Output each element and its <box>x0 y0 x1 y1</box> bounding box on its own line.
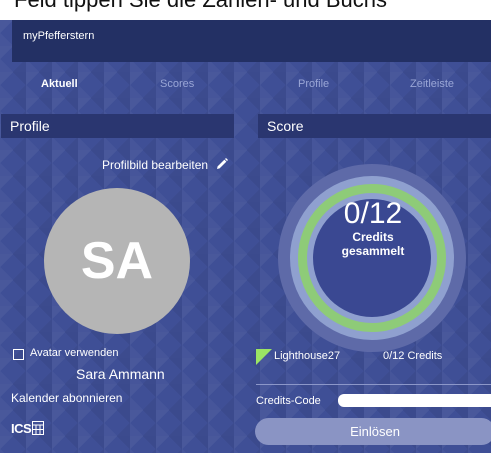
credits-progress-ring <box>278 164 466 352</box>
ics-calendar-icon[interactable]: ICS <box>11 413 49 443</box>
app-title: myPfefferstern <box>23 30 95 42</box>
caption-text: Feld tippen Sie die Zahlen- und Buchs <box>14 0 387 13</box>
score-header: Score <box>258 114 491 138</box>
score-caption-line1: Credits <box>352 230 394 244</box>
divider <box>256 384 491 385</box>
tab-profile[interactable]: Profile <box>298 78 329 90</box>
user-name: Sara Ammann <box>76 366 165 382</box>
title-bar: myPfefferstern <box>12 20 491 62</box>
calendar-grid-icon <box>32 421 45 435</box>
pencil-icon[interactable] <box>215 157 229 171</box>
app-window: myPfefferstern Aktuell Scores Profile Ze… <box>0 20 491 453</box>
caption-strip: Feld tippen Sie die Zahlen- und Buchs <box>0 0 491 20</box>
score-value: 0/12 <box>343 197 403 230</box>
credits-code-label: Credits-Code <box>256 395 321 407</box>
entry-name: Lighthouse27 <box>274 350 341 362</box>
credits-code-input[interactable] <box>338 394 491 407</box>
profile-header: Profile <box>1 114 234 138</box>
avatar-checkbox-label: Avatar verwenden <box>30 347 119 359</box>
score-caption-line2: gesammelt <box>341 244 405 258</box>
tab-aktuell[interactable]: Aktuell <box>41 78 78 90</box>
score-summary: 0/12 Credits gesammelt <box>300 197 446 259</box>
avatar: SA <box>44 188 190 334</box>
flag-icon <box>256 349 272 365</box>
calendar-subscribe-label: Kalender abonnieren <box>11 391 123 405</box>
redeem-button[interactable]: Einlösen <box>255 418 491 445</box>
tab-zeitleiste[interactable]: Zeitleiste <box>410 78 454 90</box>
edit-avatar-link[interactable]: Profilbild bearbeiten <box>102 158 208 172</box>
entry-credits: 0/12 Credits <box>383 350 443 362</box>
avatar-checkbox[interactable] <box>13 349 24 360</box>
avatar-initials: SA <box>80 232 154 290</box>
tab-scores[interactable]: Scores <box>160 78 194 90</box>
ics-icon-text: ICS <box>11 420 32 436</box>
